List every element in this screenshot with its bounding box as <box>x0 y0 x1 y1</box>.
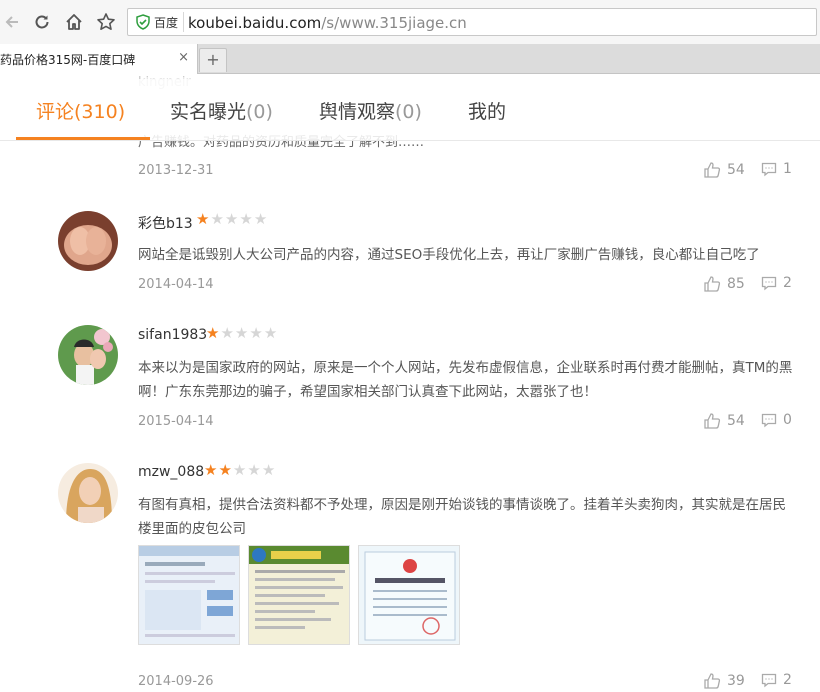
star-icon: ★ <box>263 324 279 342</box>
thumbs-up-icon <box>704 162 721 178</box>
star-icon: ★ <box>253 210 269 228</box>
avatar[interactable] <box>58 325 118 385</box>
avatar[interactable] <box>58 463 118 523</box>
like-button[interactable]: 85 <box>703 275 745 293</box>
tab-opinion-count: (0) <box>395 101 422 123</box>
thumbs-up-icon <box>704 276 721 292</box>
page-content: kingneir 广告赚钱。对药品的资历和质量完全了解不到…… 2013-12-… <box>0 75 820 692</box>
review-date: 2014-09-26 <box>138 674 214 689</box>
comment-icon <box>761 162 777 177</box>
url-host: koubei.baidu.com <box>188 14 322 32</box>
like-count: 54 <box>727 413 745 429</box>
review-date: 2015-04-14 <box>138 414 214 429</box>
review-image-thumbnail[interactable] <box>248 545 350 645</box>
thumbs-up-icon <box>704 673 721 689</box>
comment-count: 2 <box>783 672 792 688</box>
star-icon: ★ <box>232 461 248 479</box>
comment-icon <box>761 673 777 688</box>
tab-title: 药品价格315网-百度口碑 <box>0 53 136 67</box>
tab-mine[interactable]: 我的 <box>468 97 506 124</box>
review-username[interactable]: sifan1983 <box>138 327 207 343</box>
comment-button[interactable]: 2 <box>761 275 792 291</box>
browser-toolbar: 百度 koubei.baidu.com/s/www.315jiage.cn <box>0 0 820 44</box>
review-image-thumbnail[interactable] <box>358 545 460 645</box>
tab-strip: 药品价格315网-百度口碑 × + <box>0 44 820 74</box>
like-count: 85 <box>727 276 745 292</box>
bookmark-star-icon[interactable] <box>96 12 116 32</box>
tab-public-opinion[interactable]: 舆情观察(0) <box>319 97 422 124</box>
star-icon: ★ <box>224 210 240 228</box>
star-icon: ★ <box>196 210 211 228</box>
tab-exposure-label: 实名曝光 <box>170 101 247 123</box>
url-path: /s/www.315jiage.cn <box>321 14 467 32</box>
like-count: 54 <box>727 162 745 178</box>
star-rating: ★★★★★ <box>204 461 276 479</box>
review-image-thumbnail[interactable] <box>138 545 240 645</box>
comment-count: 2 <box>783 275 792 291</box>
first-review-like-button[interactable]: 54 <box>703 161 745 179</box>
review-username[interactable]: 彩色b13 <box>138 213 193 233</box>
reload-icon[interactable] <box>32 12 52 32</box>
review-body: 网站全是诋毁别人大公司产品的内容，通过SEO手段优化上去，再让厂家删广告赚钱，良… <box>138 247 760 263</box>
comment-button[interactable]: 2 <box>761 672 792 688</box>
star-icon: ★ <box>247 461 262 479</box>
url-text[interactable]: koubei.baidu.com/s/www.315jiage.cn <box>188 14 467 32</box>
like-count: 39 <box>727 673 745 689</box>
review-tabs: 评论(310) 实名曝光(0) 舆情观察(0) 我的 <box>0 79 820 141</box>
avatar[interactable] <box>58 211 118 271</box>
close-tab-icon[interactable]: × <box>178 50 189 65</box>
secure-badge[interactable]: 百度 <box>132 12 185 32</box>
active-tab-underline <box>16 137 150 140</box>
thumbs-up-icon <box>704 413 721 429</box>
review-username[interactable]: mzw_088 <box>138 464 204 480</box>
tab-exposure-count: (0) <box>246 101 273 123</box>
star-rating: ★★★★★ <box>196 210 268 228</box>
browser-tab-active[interactable]: 药品价格315网-百度口碑 × <box>0 44 198 74</box>
star-icon: ★ <box>220 324 235 342</box>
tab-comments-count: (310) <box>74 101 126 123</box>
comment-count: 1 <box>783 161 792 177</box>
tab-real-name-exposure[interactable]: 实名曝光(0) <box>170 97 273 124</box>
comment-button[interactable]: 0 <box>761 412 792 428</box>
tab-comments[interactable]: 评论(310) <box>36 97 125 124</box>
first-review-comment-button[interactable]: 1 <box>761 161 792 177</box>
tab-comments-label: 评论 <box>36 101 75 123</box>
first-review-date: 2013-12-31 <box>138 163 214 178</box>
comment-icon <box>761 413 777 428</box>
address-bar[interactable]: 百度 koubei.baidu.com/s/www.315jiage.cn <box>127 8 817 36</box>
star-icon: ★ <box>218 461 233 479</box>
star-icon: ★ <box>210 210 225 228</box>
star-icon: ★ <box>206 324 221 342</box>
like-button[interactable]: 39 <box>703 672 745 690</box>
tab-opinion-label: 舆情观察 <box>319 101 396 123</box>
star-rating: ★★★★★ <box>206 324 278 342</box>
back-icon[interactable] <box>2 12 22 32</box>
review-body: 有图有真相，提供合法资料都不予处理，原因是刚开始谈钱的事情谈晚了。挂着羊头卖狗肉… <box>138 497 786 537</box>
home-icon[interactable] <box>64 12 84 32</box>
star-icon: ★ <box>261 461 277 479</box>
comment-icon <box>761 276 777 291</box>
star-icon: ★ <box>204 461 219 479</box>
review-date: 2014-04-14 <box>138 277 214 292</box>
shield-check-icon <box>136 14 150 30</box>
star-icon: ★ <box>249 324 264 342</box>
star-icon: ★ <box>239 210 254 228</box>
star-icon: ★ <box>234 324 250 342</box>
tab-mine-label: 我的 <box>468 101 507 123</box>
secure-label: 百度 <box>154 15 179 30</box>
comment-count: 0 <box>783 412 792 428</box>
review-body: 本来以为是国家政府的网站，原来是一个个人网站，先发布虚假信息，企业联系时再付费才… <box>138 360 793 400</box>
like-button[interactable]: 54 <box>703 412 745 430</box>
new-tab-button[interactable]: + <box>199 48 227 72</box>
